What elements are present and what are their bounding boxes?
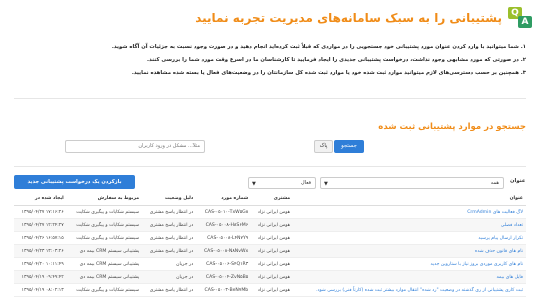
case-status: در انتظار پاسخ مشتری [142,283,197,297]
case-status: در انتظار پاسخ مشتری [142,218,197,232]
case-date: ۱۳۹۵/۰۴/۲۶ ۱۶:۵۷:۱۵ [14,231,67,245]
filter-title-label: عنوان [510,178,526,184]
case-date: ۱۳۹۵/۰۴/۲۷ ۱۲:۲۴:۲۷ [14,218,67,232]
table-row[interactable]: تعداد فصلی هومن ایرانی نژاد CAS-۰۵۰۰۸-H۸… [14,218,526,232]
case-order: سیستم شکایات و پیگیری شکایت [66,205,143,219]
case-link[interactable]: لاگ فعالیت های CrmAdmin [467,210,523,215]
case-code: CAS-۰۵۰۰۶-S۴Q۱R۳ [196,257,252,271]
case-code: CAS-۰۵۰۰۸-N۸NvWx [196,244,252,258]
case-date: ۱۳۹۵/۰۴/۱۹ ۰۹:۴۹:۴۲ [14,270,67,284]
col-date-header[interactable]: ایجاد شده در [14,192,67,206]
case-link[interactable]: فایل های بیمه [497,275,523,280]
search-button[interactable]: جستجو [334,140,364,153]
case-code: CAS-۰۵۰۰۸-H۸S۶M۶ [196,218,252,232]
case-customer: هومن ایرانی نژاد [251,205,294,219]
case-link[interactable]: نام های کاربری موردی بروز نیاز با ستاروی… [430,262,523,267]
status-filter-select[interactable]: همه ▼ [320,177,504,189]
case-title[interactable]: تعداد فصلی [293,218,526,232]
status-filter-value: همه [490,180,499,186]
col-code-header[interactable]: شماره مورد [196,192,252,206]
case-date: ۱۳۹۵/۰۴/۱۹ ۰۸:۰۲:۱۳ [14,283,67,297]
table-row[interactable]: لاگ فعالیت های CrmAdmin هومن ایرانی نژاد… [14,205,526,219]
case-code: CAS-۰۵۰۰۸-L۴N۷Y۹ [196,231,252,245]
case-order: پشتیبانی سیستم CRM بیمه دی [66,270,143,284]
qa-logo-icon: Q A [508,7,533,32]
new-request-button[interactable]: بازکردن یک درخواست پشتیبانی جدید [14,175,135,189]
case-date: ۱۳۹۵/۰۴/۲۳ ۱۳:۰۳:۲۶ [14,244,67,258]
chevron-down-icon: ▼ [324,181,328,187]
case-link[interactable]: نام های قانون حذف شده [475,249,523,254]
intro-line-2: ۲. در صورتی که مورد مشابهی وجود نداشت، د… [147,57,526,63]
divider [14,166,526,167]
logo-a: A [518,16,532,28]
case-title[interactable]: لاگ فعالیت های CrmAdmin [293,205,526,219]
intro-text: ۱. شما میتوانید با وارد کردن عنوان مورد … [16,41,526,80]
case-code: CAS-۰۵۰۰۳-BeN۷Mb [196,283,252,297]
case-order: پشتیبانی سیستم CRM بیمه دی [66,257,143,271]
table-row[interactable]: فایل های بیمه هومن ایرانی نژاد CAS-۰۵۰۰۴… [14,270,526,284]
case-order: پشتیبانی سیستم CRM بیمه دی [66,244,143,258]
case-status: در انتظار پاسخ مشتری [142,244,197,258]
table-row[interactable]: تکرار ارسال پیام پرسید هومن ایرانی نژاد … [14,231,526,245]
table-row[interactable]: ثبت کاری پشتیبانی از ری گذشته در وضعیت "… [14,283,526,297]
page-title: پشتیبانی را به سبک سامانه‌های مدیریت تجر… [195,11,502,25]
case-customer: هومن ایرانی نژاد [251,231,294,245]
col-status-header[interactable]: دلیل وضعیت [142,192,197,206]
case-date: ۱۳۹۵/۰۴/۲۰ ۱۰:۱۱:۴۹ [14,257,67,271]
intro-line-3: ۳. همچنین بر حسب دسترسی‌های لازم میتوانی… [131,70,526,76]
case-title[interactable]: نام های قانون حذف شده [293,244,526,258]
state-filter-select[interactable]: فعال ▼ [248,177,316,189]
case-status: در انتظار پاسخ مشتری [142,231,197,245]
case-order: سیستم شکایات و پیگیری شکایت [66,231,143,245]
case-title[interactable]: ثبت کاری پشتیبانی از ری گذشته در وضعیت "… [293,283,526,297]
case-customer: هومن ایرانی نژاد [251,257,294,271]
case-code: CAS-۰۵۰۰۴-ZvN۵B۵ [196,270,252,284]
case-title[interactable]: فایل های بیمه [293,270,526,284]
case-date: ۱۳۹۵/۰۴/۲۷ ۱۷:۱۶:۲۶ [14,205,67,219]
case-link[interactable]: ثبت کاری پشتیبانی از ری گذشته در وضعیت "… [316,288,523,293]
page-header: Q A پشتیبانی را به سبک سامانه‌های مدیریت… [0,0,540,36]
case-code: CAS-۰۵۰۱۰-TxW۵G۸ [196,205,252,219]
case-title[interactable]: تکرار ارسال پیام پرسید [293,231,526,245]
table-header-row: عنوان مشتری شماره مورد دلیل وضعیت مربوط … [14,192,526,206]
col-customer-header[interactable]: مشتری [251,192,294,206]
search-panel: جستجو در موارد پشتیبانی ثبت شده [314,98,526,166]
case-status: در جریان [142,257,197,271]
case-status: در جریان [142,270,197,284]
search-input[interactable] [65,140,205,153]
case-title[interactable]: نام های کاربری موردی بروز نیاز با ستاروی… [293,257,526,271]
cases-table: عنوان مشتری شماره مورد دلیل وضعیت مربوط … [14,192,526,297]
col-order-header[interactable]: مربوط به سفارش [66,192,143,206]
chevron-down-icon: ▼ [252,181,256,187]
case-customer: هومن ایرانی نژاد [251,218,294,232]
case-order: سیستم شکایات و پیگیری شکایت [66,218,143,232]
state-filter-value: فعال [301,180,311,186]
case-customer: هومن ایرانی نژاد [251,283,294,297]
table-row[interactable]: نام های قانون حذف شده هومن ایرانی نژاد C… [14,244,526,258]
case-customer: هومن ایرانی نژاد [251,270,294,284]
table-row[interactable]: نام های کاربری موردی بروز نیاز با ستاروی… [14,257,526,271]
search-title: جستجو در موارد پشتیبانی ثبت شده [378,122,526,132]
col-title-header[interactable]: عنوان [293,192,526,206]
case-order: سیستم شکایات و پیگیری شکایت [66,283,143,297]
clear-button[interactable]: پاک [314,140,333,153]
case-customer: هومن ایرانی نژاد [251,244,294,258]
case-status: در انتظار پاسخ مشتری [142,205,197,219]
case-link[interactable]: تعداد فصلی [501,223,523,228]
intro-line-1: ۱. شما میتوانید با وارد کردن عنوان مورد … [111,44,526,50]
case-link[interactable]: تکرار ارسال پیام پرسید [478,236,523,241]
